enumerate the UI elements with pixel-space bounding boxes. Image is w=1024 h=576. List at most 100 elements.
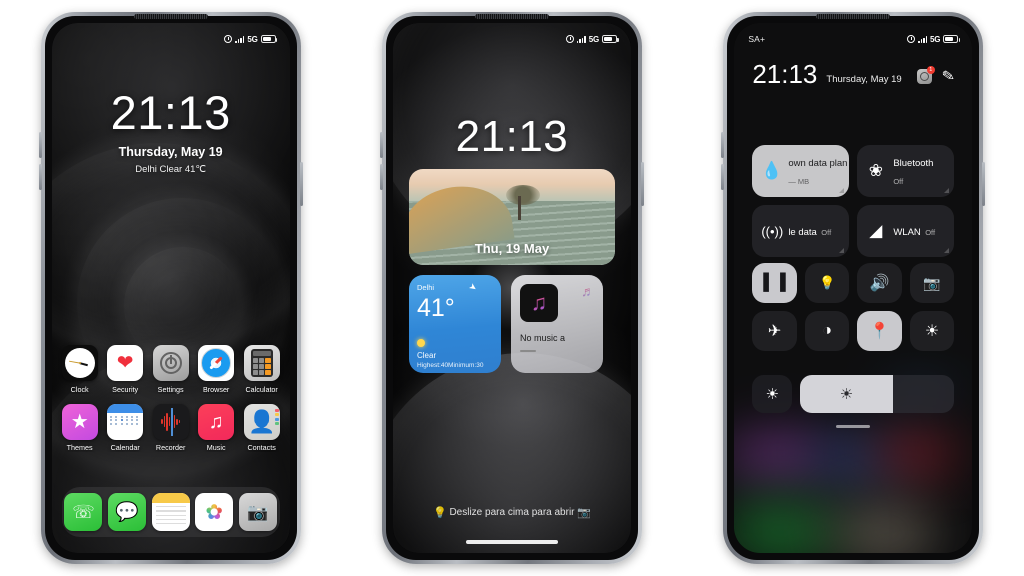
power-button[interactable] [640,162,644,206]
toggle-camera[interactable]: 📷 [909,263,955,303]
bluetooth-icon: ❀ [868,161,883,180]
app-row-1: Clock ❤ Security Settings Browser Calcul… [60,345,282,394]
music-widget[interactable]: ♬ ♫ No music a [510,275,603,373]
dock-phone-icon[interactable]: ☏ [64,493,103,531]
tile-title: WLAN [893,227,921,238]
app-music[interactable]: ♫ Music [196,403,236,452]
calculator-icon [243,345,280,381]
status-carrier: SA+ [748,34,766,44]
app-label: Music [206,443,226,452]
control-center-drag-handle[interactable] [836,425,871,428]
app-security[interactable]: ❤ Security [105,345,145,394]
power-button[interactable] [299,162,303,206]
app-clock[interactable]: Clock [60,345,100,394]
photo-widget[interactable]: Thu, 19 May [408,169,615,265]
alarm-icon [224,35,233,43]
tile-corner-indicator [839,188,845,193]
widget-row: Delhi ➤ 41° Clear Highest:40Minimum:30 ♬… [408,275,615,373]
app-themes[interactable]: ★ Themes [60,403,100,452]
battery-icon [943,35,960,43]
waveform-icon [152,403,189,440]
signal-bars-icon [235,35,245,43]
toggle-airplane[interactable]: ✈ [752,311,797,351]
app-contacts[interactable]: 👤 Contacts [242,403,282,452]
dock-notes-icon[interactable] [151,493,190,531]
weather-widget[interactable]: Delhi ➤ 41° Clear Highest:40Minimum:30 [408,275,501,373]
app-label: Browser [202,384,230,394]
tile-corner-indicator [839,248,845,253]
tile-data-plan[interactable]: 💧 own data plan — MB [752,145,850,197]
phone-control-center: SA+ 5G 21:13 Thursday, May 19 1 ✎ 💧 own … [721,12,986,564]
app-recorder[interactable]: Recorder [151,403,191,452]
settings-badge-icon[interactable]: 1 [916,65,935,84]
weather-range: Highest:40Minimum:30 [416,362,484,369]
app-browser[interactable]: Browser [196,345,236,394]
gear-icon [152,345,189,381]
dock-photos-icon[interactable]: ✿ [195,493,234,531]
volume-down-button[interactable] [379,164,383,190]
power-button[interactable] [982,162,986,206]
volume-down-button[interactable] [38,164,42,190]
app-label: Security [112,384,139,394]
home-indicator[interactable] [465,540,558,544]
status-bar: 5G [393,32,631,46]
toggle-volume[interactable]: 🔊 [857,263,902,303]
toggle-vibrate[interactable]: ▌▐ [752,263,797,303]
data-drop-icon: 💧 [761,161,783,180]
toggle-dark-mode[interactable]: ◑ [804,311,850,351]
tile-subtitle: Off [821,228,832,237]
phone-lock-widgets: 5G 21:13 Thu, 19 May Delhi ➤ 41° Clear H… [379,12,644,564]
auto-brightness-icon[interactable]: ☀ [752,375,793,413]
tile-mobile-data[interactable]: ((•)) le data Off [752,205,850,257]
alarm-icon [565,35,574,43]
dock: ☏ 💬 ✿ 📷 [61,487,280,537]
toggle-brightness[interactable]: ☀ [909,311,955,351]
brightness-icon: ☀ [924,323,940,340]
volume-up-button[interactable] [379,132,383,158]
compass-icon [198,345,235,381]
dock-camera-icon[interactable]: 📷 [238,493,277,531]
weather-city: Delhi [416,283,435,292]
clock-time: 21:13 [455,112,569,161]
phone-screen: 5G 21:13 Thu, 19 May Delhi ➤ 41° Clear H… [392,23,631,553]
app-label: Calculator [245,384,278,394]
music-note-icon: ♫ [198,403,235,440]
tile-wlan[interactable]: ◢ WLAN Off [857,205,955,257]
volume-down-button[interactable] [721,164,725,190]
app-label: Contacts [247,443,276,452]
brightness-slider[interactable]: ☀ [800,375,955,413]
person-icon: 👤 [243,403,280,440]
music-widget-title: No music a [519,333,565,343]
lockscreen-hint-text: Deslize para cima para abrir [449,507,575,519]
toggle-location[interactable]: 📍 [857,311,902,351]
app-calculator[interactable]: Calculator [242,345,282,394]
pencil-icon[interactable]: ✎ [940,66,955,86]
flashlight-icon[interactable]: 💡 [433,506,447,519]
tile-bluetooth[interactable]: ❀ Bluetooth Off [857,145,955,197]
phone-frame: SA+ 5G 21:13 Thursday, May 19 1 ✎ 💧 own … [721,12,986,564]
volume-up-button[interactable] [721,132,725,158]
tile-subtitle: Off [893,177,904,186]
app-settings[interactable]: Settings [151,345,191,394]
earpiece-grille [133,14,208,19]
antenna-icon: ((•)) [761,223,784,239]
photo-tree-trunk [518,196,521,220]
dock-messages-icon[interactable]: 💬 [108,493,147,531]
control-center-tiles: 💧 own data plan — MB ❀ Bluetooth Off ((•… [752,145,955,257]
signal-bars-icon [918,35,928,43]
weather-condition: Clear [416,351,437,360]
sun-icon [416,339,425,347]
album-art: ♫ [519,284,558,322]
tile-title: Bluetooth [893,158,934,169]
clock-date: Thursday, May 19 [118,145,223,159]
network-label: 5G [247,34,258,44]
camera-icon[interactable]: 📷 [577,506,591,519]
photo-widget-caption: Thu, 19 May [474,241,550,256]
vibrate-icon: ▌▐ [763,274,786,291]
network-label: 5G [588,34,599,44]
lockscreen-hint: 💡 Deslize para cima para abrir 📷 [393,506,631,519]
toggle-flashlight[interactable]: 💡 [804,263,850,303]
volume-up-button[interactable] [38,132,42,158]
tile-subtitle: Off [925,228,936,237]
app-calendar[interactable]: Calendar [105,403,145,452]
